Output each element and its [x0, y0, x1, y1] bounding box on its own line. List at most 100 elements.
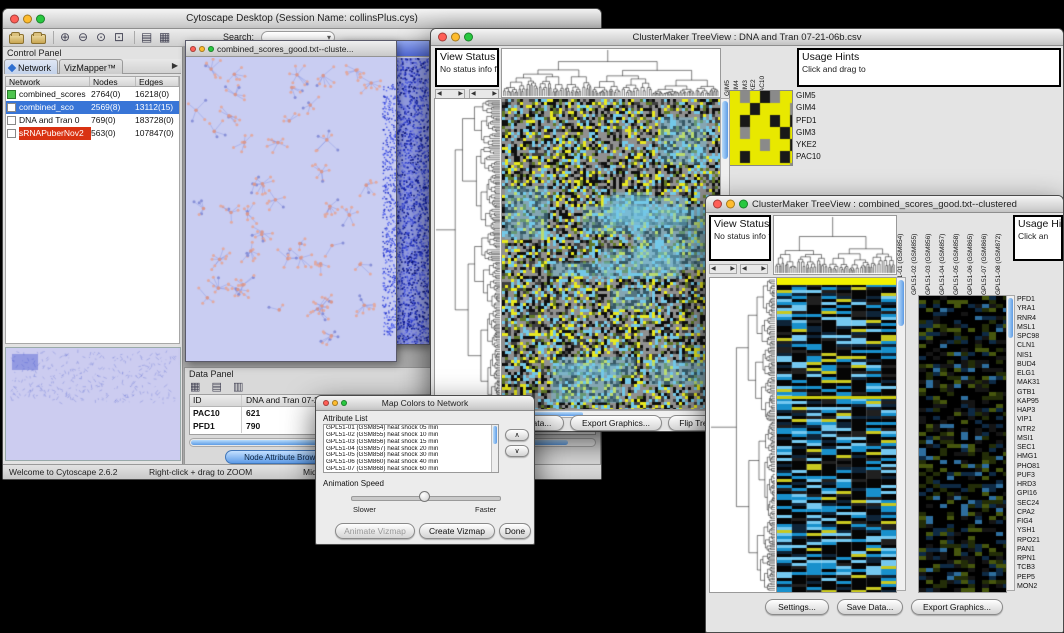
animate-vizmap-button[interactable]: Animate Vizmap [335, 523, 415, 539]
create-vizmap-button[interactable]: Create Vizmap [419, 523, 495, 539]
snapshot-icon[interactable]: ▤ [141, 31, 152, 44]
heatmap-vscrollbar[interactable] [896, 277, 906, 591]
column-label[interactable]: GPL51-07 (GSM866) [981, 215, 995, 295]
maximize-icon[interactable] [739, 200, 748, 209]
gene-label[interactable]: GTB1 [1017, 388, 1063, 397]
treeview-titlebar[interactable]: ClusterMaker TreeView : combined_scores_… [706, 196, 1063, 213]
export-graphics-button[interactable]: Export Graphics... [911, 599, 1003, 615]
gene-label[interactable]: PAN1 [1017, 545, 1063, 554]
minimize-icon[interactable] [199, 46, 205, 52]
scrollbar-thumb[interactable] [898, 280, 904, 326]
tab-overflow-icon[interactable]: ▶ [172, 59, 181, 73]
minimize-icon[interactable] [332, 400, 338, 406]
column-label[interactable]: GIM5 [724, 48, 733, 96]
table-icon[interactable]: ▦ [159, 31, 170, 44]
column-dendrogram[interactable] [501, 48, 721, 98]
gene-label[interactable]: RNR4 [1017, 314, 1063, 323]
gene-label[interactable]: PUF3 [1017, 471, 1063, 480]
heatmap-canvas[interactable] [776, 277, 897, 593]
column-label[interactable]: GPL51-05 (GSM858) [953, 215, 967, 295]
gene-label[interactable]: YRA1 [1017, 304, 1063, 313]
attribute-list-item[interactable]: GPL51-01 (GSM854) heat shock 05 min [324, 425, 498, 432]
network-list-row[interactable]: combined_scores 2764(0) 16218(0) [6, 88, 179, 101]
gene-label[interactable]: HRD3 [1017, 480, 1063, 489]
attribute-list-item[interactable]: GPL51-05 (GSM858) heat shock 30 min [324, 452, 498, 459]
minimize-icon[interactable] [726, 200, 735, 209]
scroll-right-icon[interactable]: ▶ [761, 265, 766, 273]
attribute-list-item[interactable]: GPL51-02 (GSM855) heat shock 10 min [324, 432, 498, 439]
column-label[interactable]: GPL51-04 (GSM857) [939, 215, 953, 295]
column-label[interactable]: YKE2 [750, 48, 759, 96]
scrollbar-thumb[interactable] [1008, 298, 1013, 338]
id-column-header[interactable]: ID [190, 395, 242, 406]
network-list-row[interactable]: combined_sco 2569(8) 13112(15) [6, 101, 179, 114]
gene-label[interactable]: BUD4 [1017, 360, 1063, 369]
gene-label[interactable]: RPN1 [1017, 554, 1063, 563]
gene-label[interactable]: FIG4 [1017, 517, 1063, 526]
column-header-edges[interactable]: Edges [136, 77, 179, 86]
heatmap-canvas[interactable] [501, 98, 721, 410]
gene-label[interactable]: YSH1 [1017, 526, 1063, 535]
gene-label[interactable]: KAP95 [1017, 397, 1063, 406]
gene-label[interactable]: RPO21 [1017, 536, 1063, 545]
save-session-icon[interactable] [31, 34, 46, 44]
attribute-list-scrollbar[interactable] [491, 425, 498, 472]
scroll-right-icon[interactable]: ▶ [730, 265, 735, 273]
close-icon[interactable] [10, 14, 19, 23]
gene-label[interactable]: PFD1 [1017, 295, 1063, 304]
zoom-selected-icon[interactable]: ⊡ [114, 31, 124, 44]
attribute-list-item[interactable]: GPL51-07 (GSM868) heat shock 60 min [324, 466, 498, 473]
dialog-titlebar[interactable]: Map Colors to Network [316, 396, 534, 411]
scroll-left-icon[interactable]: ◀ [711, 265, 716, 273]
gene-label[interactable]: HMG1 [1017, 452, 1063, 461]
frame-titlebar[interactable]: combined_scores_good.txt--cluste... [186, 41, 396, 57]
done-button[interactable]: Done [499, 523, 531, 539]
column-label[interactable]: GPL51-08 (GSM872) [995, 215, 1009, 295]
move-down-button[interactable]: ∨ [505, 445, 529, 457]
row-dendrogram[interactable] [434, 98, 502, 410]
attribute-select-icon[interactable]: ▦ [190, 381, 204, 393]
scroll-right-icon[interactable]: ▶ [458, 90, 463, 98]
gene-label[interactable]: NIS1 [1017, 351, 1063, 360]
save-data-button[interactable]: Save Data... [837, 599, 903, 615]
gene-label[interactable]: ELG1 [1017, 369, 1063, 378]
animation-speed-slider[interactable] [351, 491, 501, 502]
network-table-header[interactable]: Network Nodes Edges [5, 76, 180, 87]
row-dendrogram[interactable] [709, 277, 777, 593]
maximize-icon[interactable] [341, 400, 347, 406]
attribute-list-item[interactable]: GPL51-06 (GSM860) heat shock 40 min [324, 459, 498, 466]
column-label[interactable]: GPL51-03 (GSM856) [925, 215, 939, 295]
column-label[interactable]: GPL51-02 (GSM855) [911, 215, 925, 295]
attribute-list-item[interactable]: GPL51-03 (GSM856) heat shock 15 min [324, 439, 498, 446]
move-up-button[interactable]: ∧ [505, 429, 529, 441]
secondary-heatmap-canvas[interactable] [918, 295, 1007, 593]
maximize-icon[interactable] [36, 14, 45, 23]
gene-label[interactable]: HAP3 [1017, 406, 1063, 415]
scrollbar-thumb[interactable] [722, 101, 728, 159]
gene-label[interactable]: GPI16 [1017, 489, 1063, 498]
zoom-out-icon[interactable]: ⊖ [78, 31, 88, 44]
maximize-icon[interactable] [208, 46, 214, 52]
tab-vizmapper[interactable]: VizMapper™ [59, 59, 123, 74]
secondary-vscrollbar[interactable] [1006, 295, 1015, 591]
open-session-icon[interactable] [9, 34, 24, 44]
gene-label[interactable]: MON2 [1017, 582, 1063, 591]
gene-label[interactable]: CPA2 [1017, 508, 1063, 517]
network-overview-panel[interactable] [5, 347, 181, 461]
attribute-list-item[interactable]: GPL51-04 (GSM857) heat shock 20 min [324, 446, 498, 453]
slider-thumb[interactable] [419, 491, 430, 502]
column-label[interactable]: GPL51-06 (GSM865) [967, 215, 981, 295]
close-icon[interactable] [438, 33, 447, 42]
column-dendrogram[interactable] [773, 215, 897, 275]
overview-canvas[interactable] [6, 348, 180, 460]
close-icon[interactable] [190, 46, 196, 52]
tab-network[interactable]: Network [4, 59, 58, 74]
gene-label[interactable]: MAK31 [1017, 378, 1063, 387]
minimize-icon[interactable] [451, 33, 460, 42]
network-list-row[interactable]: DNA and Tran 0 769(0) 183728(0) [6, 114, 179, 127]
scroll-left-icon[interactable]: ◀ [437, 90, 442, 98]
settings-button[interactable]: Settings... [765, 599, 829, 615]
attribute-list-icon[interactable]: ▤ [211, 381, 225, 393]
gene-label[interactable]: PEP5 [1017, 573, 1063, 582]
gene-label[interactable]: VIP1 [1017, 415, 1063, 424]
